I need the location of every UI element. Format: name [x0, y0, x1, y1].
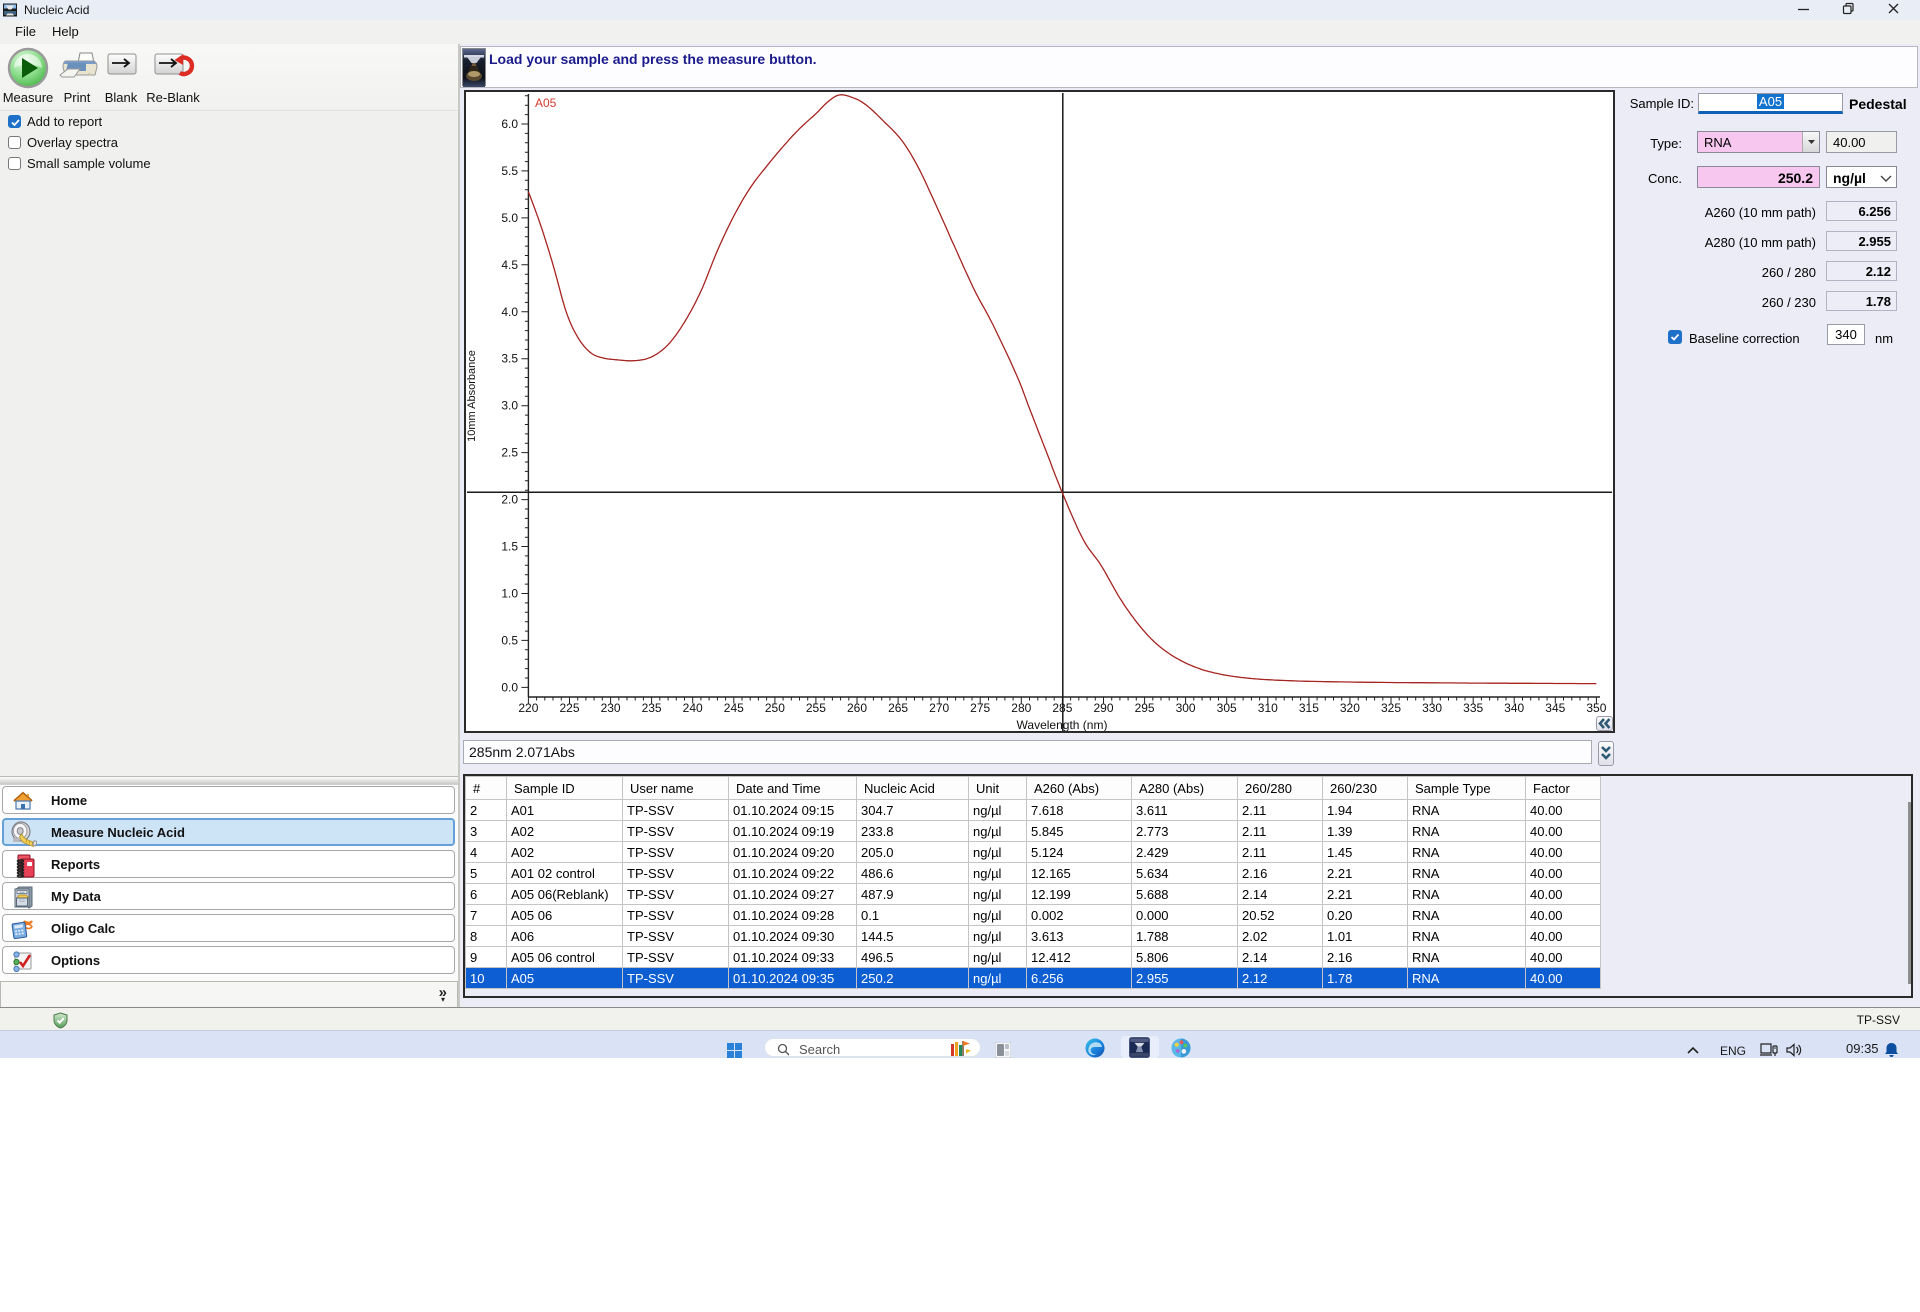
svg-text:305: 305 — [1217, 701, 1237, 715]
svg-text:4.0: 4.0 — [501, 305, 518, 319]
svg-text:0.0: 0.0 — [501, 680, 518, 694]
svg-text:255: 255 — [806, 701, 826, 715]
svg-text:325: 325 — [1381, 701, 1401, 715]
svg-text:345: 345 — [1545, 701, 1565, 715]
svg-text:230: 230 — [601, 701, 621, 715]
svg-text:5.5: 5.5 — [501, 164, 518, 178]
svg-text:250: 250 — [765, 701, 785, 715]
svg-text:2.5: 2.5 — [501, 446, 518, 460]
svg-text:0.5: 0.5 — [501, 633, 518, 647]
svg-text:Wavelength (nm): Wavelength (nm) — [1017, 718, 1108, 731]
svg-text:A05: A05 — [535, 96, 557, 110]
svg-text:245: 245 — [724, 701, 744, 715]
svg-text:340: 340 — [1504, 701, 1524, 715]
svg-text:220: 220 — [518, 701, 538, 715]
svg-text:350: 350 — [1586, 701, 1606, 715]
svg-text:310: 310 — [1258, 701, 1278, 715]
svg-text:300: 300 — [1176, 701, 1196, 715]
svg-text:4.5: 4.5 — [501, 258, 518, 272]
svg-text:315: 315 — [1299, 701, 1319, 715]
svg-text:270: 270 — [929, 701, 949, 715]
svg-text:320: 320 — [1340, 701, 1360, 715]
svg-text:2.0: 2.0 — [501, 493, 518, 507]
svg-text:6.0: 6.0 — [501, 117, 518, 131]
svg-text:5.0: 5.0 — [501, 211, 518, 225]
svg-text:235: 235 — [642, 701, 662, 715]
svg-text:3.5: 3.5 — [501, 352, 518, 366]
svg-text:265: 265 — [888, 701, 908, 715]
svg-text:330: 330 — [1422, 701, 1442, 715]
svg-text:3.0: 3.0 — [501, 399, 518, 413]
svg-text:280: 280 — [1011, 701, 1031, 715]
svg-text:295: 295 — [1135, 701, 1155, 715]
svg-text:290: 290 — [1093, 701, 1113, 715]
svg-text:10mm Absorbance: 10mm Absorbance — [466, 350, 478, 442]
svg-text:240: 240 — [683, 701, 703, 715]
svg-text:225: 225 — [559, 701, 579, 715]
svg-text:275: 275 — [970, 701, 990, 715]
svg-text:1.0: 1.0 — [501, 587, 518, 601]
svg-text:1.5: 1.5 — [501, 540, 518, 554]
svg-text:260: 260 — [847, 701, 867, 715]
svg-text:335: 335 — [1463, 701, 1483, 715]
